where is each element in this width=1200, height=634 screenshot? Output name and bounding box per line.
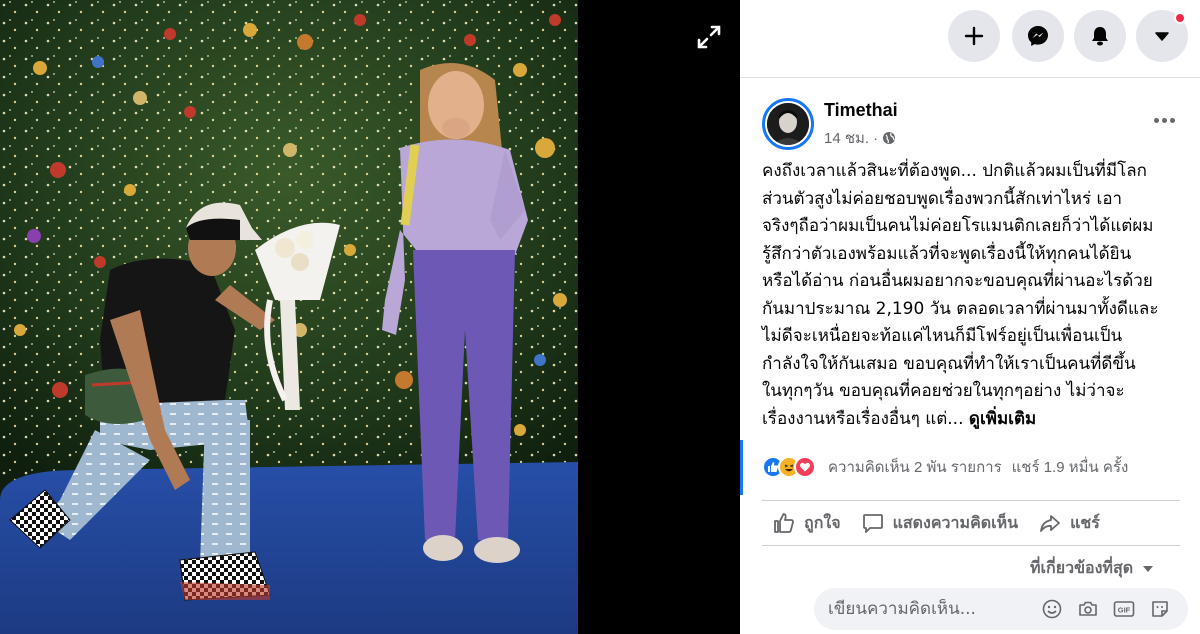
sticker-icon[interactable] xyxy=(1148,597,1172,621)
post-options-button[interactable] xyxy=(1146,108,1182,132)
caption-line: ส่วนตัวสูงไม่ค่อยชอบพูดเรื่องพวกนี้สักเท… xyxy=(762,188,1123,209)
notification-badge xyxy=(1174,12,1186,24)
post-actions: ถูกใจ แสดงความคิดเห็น แชร์ xyxy=(762,500,1180,546)
messenger-button[interactable] xyxy=(1012,10,1064,62)
caption-line: หรือได้อ่าน ก่อนอื่นผมอยากจะขอบคุณที่ผ่า… xyxy=(762,271,1153,291)
see-more-link[interactable]: ดูเพิ่มเติม xyxy=(969,409,1036,429)
sort-label: ที่เกี่ยวข้องที่สุด xyxy=(1030,560,1134,577)
bell-icon xyxy=(1092,27,1108,46)
love-reaction-icon xyxy=(794,456,816,478)
like-button[interactable]: ถูกใจ xyxy=(762,501,851,545)
caret-down-icon xyxy=(1155,32,1169,41)
plus-icon xyxy=(964,26,984,46)
photo-viewer xyxy=(0,0,740,634)
globe-icon xyxy=(883,132,896,144)
shares-count[interactable]: แชร์ 1.9 หมื่น ครั้ง xyxy=(1012,455,1129,479)
like-label: ถูกใจ xyxy=(804,514,841,532)
caret-down-icon xyxy=(1143,565,1154,572)
focus-indicator xyxy=(740,440,743,495)
caption-line: ในทุกๆวัน ขอบคุณที่คอยช่วยในทุกๆอย่าง ไม… xyxy=(762,381,1125,401)
comment-input[interactable] xyxy=(814,599,1034,619)
emoji-icon[interactable] xyxy=(1040,597,1064,621)
caption-line: คงถึงเวลาแล้วสินะที่ต้องพูด... ปกติแล้วผ… xyxy=(762,161,1147,181)
post-stats: ความคิดเห็น 2 พัน รายการ แชร์ 1.9 หมื่น … xyxy=(762,452,1200,482)
post-timestamp[interactable]: 14 ชม. xyxy=(824,126,869,150)
share-label: แชร์ xyxy=(1070,514,1100,532)
notifications-button[interactable] xyxy=(1074,10,1126,62)
like-icon xyxy=(774,513,794,533)
caption-line-last: เรื่องงานหรือเรื่องอื่นๆ แต่... ดูเพิ่มเ… xyxy=(762,408,1037,429)
reaction-summary[interactable] xyxy=(762,456,816,478)
caption-line: กำลังใจให้กันเสมอ ขอบคุณที่ทำให้เราเป็นค… xyxy=(762,353,1136,374)
post-author[interactable]: Timethai xyxy=(824,100,898,121)
comments-count[interactable]: ความคิดเห็น 2 พัน รายการ xyxy=(828,455,1002,479)
caption-line: ไม่ดีจะเหนื่อยจะท้อแค่ไหนก็มีโฟร์อยู่เป็… xyxy=(762,326,1123,346)
post-header: Timethai 14 ชม. · xyxy=(762,98,1182,152)
messenger-icon xyxy=(1028,26,1048,46)
svg-text:GIF: GIF xyxy=(1118,606,1131,615)
caption-line: กันมาประมาณ 2,190 วัน ตลอดเวลาที่ผ่านมาท… xyxy=(762,298,1159,319)
share-button[interactable]: แชร์ xyxy=(1028,501,1110,545)
comment-sort-dropdown[interactable]: ที่เกี่ยวข้องที่สุด xyxy=(1030,556,1155,581)
caption-line: จริงๆถือว่าผมเป็นคนไม่ค่อยโรแมนติกเลยก็ว… xyxy=(762,216,1154,236)
share-icon xyxy=(1040,515,1061,532)
account-menu-button[interactable] xyxy=(1136,10,1188,62)
post-panel: Timethai 14 ชม. · คงถึงเวลาแล้วสินะที่ต้… xyxy=(740,0,1200,634)
camera-icon[interactable] xyxy=(1076,597,1100,621)
comment-button[interactable]: แสดงความคิดเห็น xyxy=(851,501,1029,545)
comment-icon xyxy=(862,514,883,533)
comment-label: แสดงความคิดเห็น xyxy=(892,514,1019,532)
post-photo[interactable] xyxy=(0,0,578,634)
post-caption: คงถึงเวลาแล้วสินะที่ต้องพูด... ปกติแล้วผ… xyxy=(762,158,1188,433)
comment-composer: GIF xyxy=(814,588,1188,630)
more-dots-icon xyxy=(1153,117,1159,123)
caption-line: รู้สึกว่าตัวเองพร้อมแล้วที่จะพูดเรื่องนี… xyxy=(762,243,1132,264)
create-button[interactable] xyxy=(948,10,1000,62)
post-meta: 14 ชม. · xyxy=(824,126,896,150)
avatar[interactable] xyxy=(762,98,814,150)
gif-icon[interactable]: GIF xyxy=(1112,597,1136,621)
top-bar xyxy=(740,0,1200,78)
expand-icon[interactable] xyxy=(694,22,724,52)
